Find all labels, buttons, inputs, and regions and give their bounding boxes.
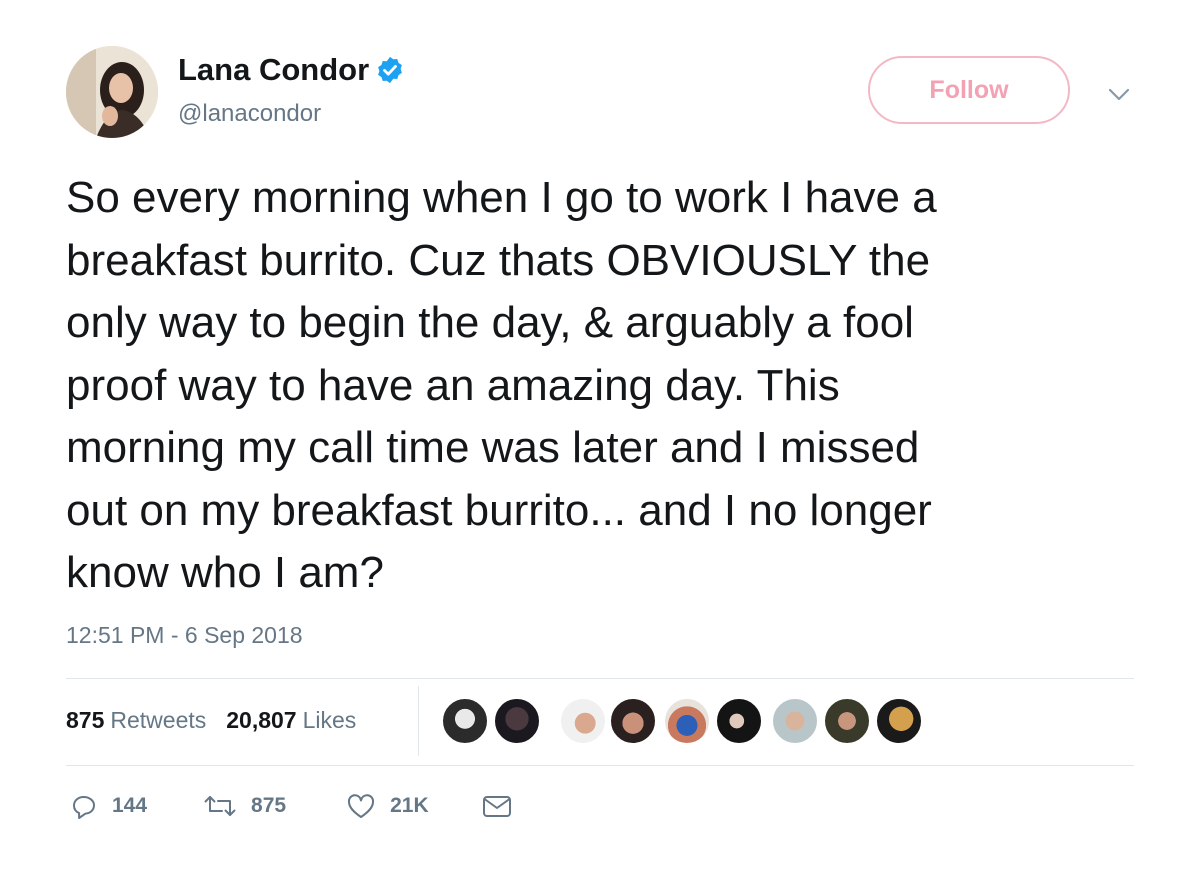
tweet-actions: 144 875 21K: [70, 792, 513, 820]
verified-badge-icon: [378, 56, 403, 84]
retweet-icon: [204, 796, 236, 816]
tweet-text: So every morning when I go to work I hav…: [66, 173, 937, 597]
liker-avatar[interactable]: [663, 697, 711, 745]
liker-avatar[interactable]: [875, 697, 923, 745]
follow-button[interactable]: Follow: [868, 56, 1070, 124]
retweet-button[interactable]: 875: [203, 792, 286, 820]
direct-message-button[interactable]: [481, 792, 513, 820]
likes-stat-count: 20,807: [226, 707, 297, 733]
liker-avatar[interactable]: [715, 697, 763, 745]
envelope-icon: [482, 796, 511, 817]
retweet-count: 875: [251, 794, 287, 817]
likes-stat-label: Likes: [302, 707, 357, 733]
reply-button[interactable]: 144: [70, 792, 147, 820]
like-count: 21K: [390, 794, 429, 817]
likes-stat[interactable]: 20,807 Likes: [226, 707, 356, 734]
tweet-stats: 875 Retweets 20,807 Likes: [66, 707, 356, 734]
author-display-name[interactable]: Lana Condor: [178, 52, 405, 88]
author-avatar[interactable]: [66, 46, 158, 138]
liker-avatar[interactable]: [441, 697, 489, 745]
tweet-timestamp[interactable]: 12:51 PM - 6 Sep 2018: [66, 622, 303, 649]
reply-count: 144: [112, 794, 148, 817]
retweets-stat-label: Retweets: [110, 707, 207, 733]
chevron-down-icon[interactable]: [1106, 84, 1132, 104]
divider: [66, 678, 1134, 679]
stats-separator: [418, 686, 419, 756]
display-name-text: Lana Condor: [178, 52, 370, 87]
retweets-stat[interactable]: 875 Retweets: [66, 707, 206, 734]
author-avatar-image: [66, 46, 158, 138]
reply-icon: [73, 796, 95, 819]
liker-avatar[interactable]: [771, 697, 819, 745]
retweets-stat-count: 875: [66, 707, 105, 733]
liker-avatar[interactable]: [609, 697, 657, 745]
liker-avatar[interactable]: [493, 697, 541, 745]
liker-avatar[interactable]: [559, 697, 607, 745]
heart-icon: [348, 794, 375, 818]
like-button[interactable]: 21K: [346, 792, 429, 820]
liker-avatar[interactable]: [823, 697, 871, 745]
author-handle[interactable]: @lanacondor: [178, 100, 321, 128]
divider: [66, 765, 1134, 766]
